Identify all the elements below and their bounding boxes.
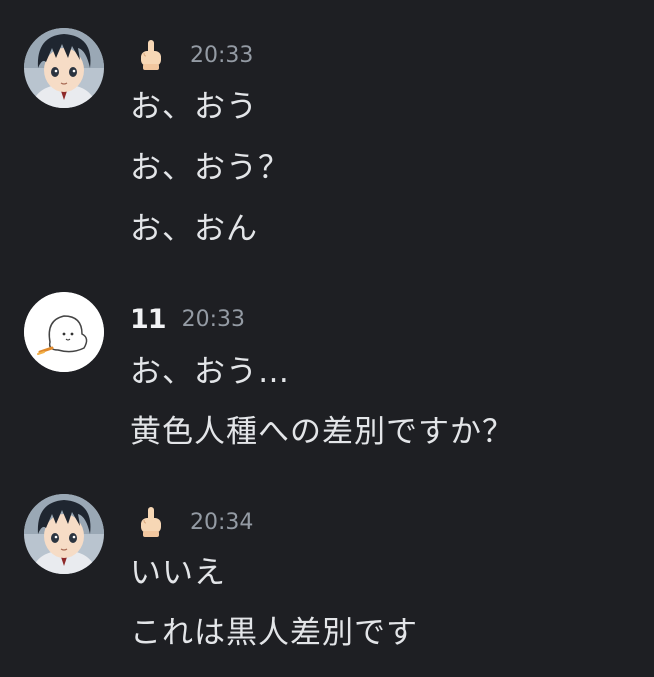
message-line: いいえ: [130, 555, 226, 591]
timestamp: 20:34: [190, 509, 254, 535]
avatar[interactable]: [24, 292, 104, 372]
message-line: お、おう？: [130, 150, 290, 186]
anime-boy-avatar-image: [24, 28, 104, 108]
middle-finger-icon[interactable]: [134, 38, 168, 72]
avatar[interactable]: [24, 494, 104, 574]
chat-log: 20:33 お、おう お、おう？ お、おん 11 20:33 お、おう… 黄色人…: [0, 0, 654, 677]
message-line: これは黒人差別です: [130, 615, 418, 651]
username[interactable]: 11: [130, 304, 167, 335]
anime-boy-avatar-image: [24, 494, 104, 574]
timestamp: 20:33: [181, 306, 245, 332]
message-line: お、おう: [130, 89, 258, 125]
message-line: お、おん: [130, 211, 258, 247]
white-blob-character-avatar-image: [24, 292, 104, 372]
avatar[interactable]: [24, 28, 104, 108]
middle-finger-icon[interactable]: [134, 505, 168, 539]
message-header: 20:33: [130, 38, 253, 72]
message-header: 11 20:33: [130, 302, 245, 336]
timestamp: 20:33: [190, 42, 254, 68]
message-header: 20:34: [130, 505, 253, 539]
message-line: 黄色人種への差別ですか？: [130, 414, 514, 450]
message-line: お、おう…: [130, 354, 290, 390]
